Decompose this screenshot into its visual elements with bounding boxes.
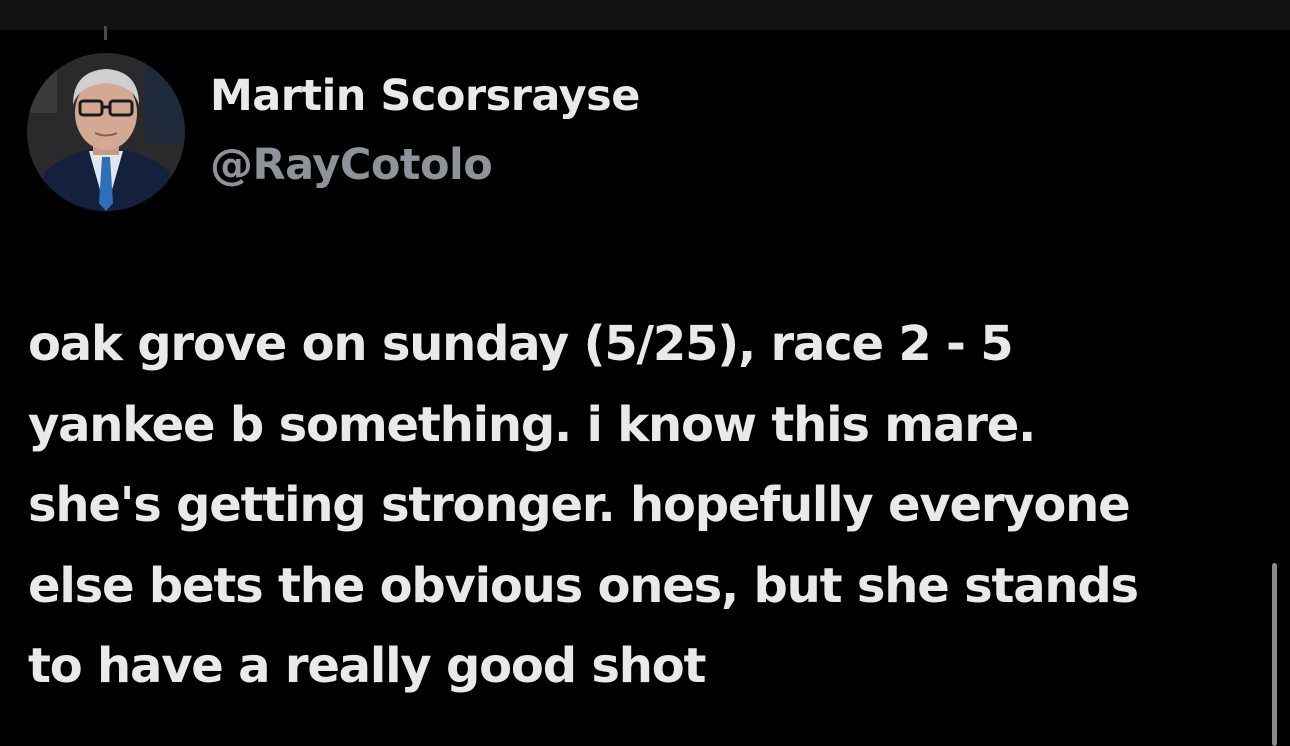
tweet-text: oak grove on sunday (5/25), race 2 - 5 y… — [28, 304, 1258, 707]
author-handle[interactable]: @RayCotolo — [210, 140, 493, 190]
profile-photo-icon — [27, 53, 185, 211]
tweet-text-line: yankee b something. i know this mare. — [28, 396, 1036, 453]
tweet-text-line: else bets the obvious ones, but she stan… — [28, 557, 1139, 614]
tweet-text-line: to have a really good shot — [28, 638, 706, 694]
tweet: Martin Scorsrayse @RayCotolo oak grove o… — [0, 30, 1290, 746]
top-bar — [0, 0, 1290, 30]
tweet-text-line: oak grove on sunday (5/25), race 2 - 5 — [28, 316, 1014, 372]
avatar[interactable] — [27, 53, 185, 211]
tweet-text-line: she's getting stronger. hopefully everyo… — [28, 477, 1131, 533]
author-display-name[interactable]: Martin Scorsrayse — [210, 71, 640, 121]
scrollbar[interactable] — [1272, 563, 1277, 746]
